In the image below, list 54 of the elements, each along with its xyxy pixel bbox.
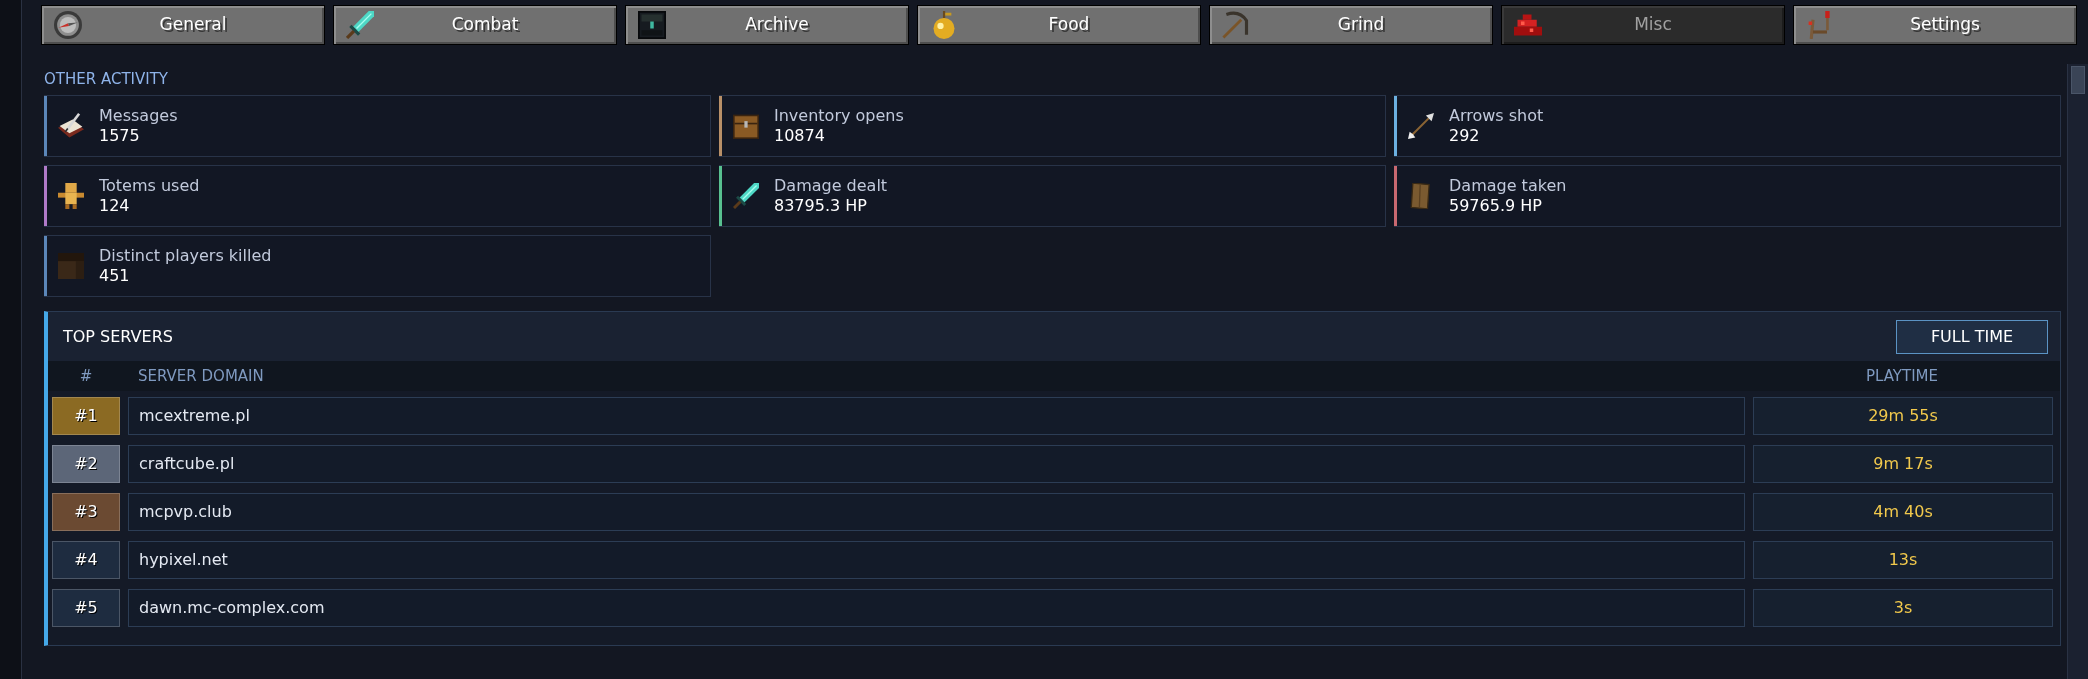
column-header: #: [78, 365, 94, 387]
figurine-icon: [58, 183, 84, 209]
tab[interactable]: Food: [917, 5, 1201, 45]
pickaxe-icon: [1222, 11, 1250, 39]
tab[interactable]: Misc: [1501, 5, 1785, 45]
column-header: SERVER DOMAIN: [137, 365, 265, 387]
tab[interactable]: Settings: [1793, 5, 2077, 45]
stat-value: 83795.3 HP: [774, 196, 868, 216]
rank-badge: #2: [52, 445, 120, 483]
domain-cell: craftcube.pl: [128, 445, 1745, 483]
full-time-button[interactable]: FULL TIME: [1896, 319, 2048, 354]
stat-label: Arrows shot: [1449, 106, 1544, 126]
tab[interactable]: Archive: [625, 5, 909, 45]
block-icon: [58, 253, 84, 279]
stat-label: Messages: [99, 106, 178, 126]
arrow-icon: [1408, 113, 1434, 139]
stat-label: Distinct players killed: [99, 246, 272, 266]
sword-icon: [733, 183, 759, 209]
domain-cell: hypixel.net: [128, 541, 1745, 579]
stat-value: 1575: [99, 126, 141, 146]
domain-cell: mcpvp.club: [128, 493, 1745, 531]
column-header: PLAYTIME: [1865, 365, 1939, 387]
panel-title: TOP SERVERS: [63, 325, 173, 348]
scrollbar-thumb[interactable]: [2071, 66, 2085, 94]
domain-cell: dawn.mc-complex.com: [128, 589, 1745, 627]
playtime-cell: 9m 17s: [1753, 445, 2053, 483]
stat-value: 59765.9 HP: [1449, 196, 1543, 216]
rank-badge: #5: [52, 589, 120, 627]
stat-label: Totems used: [99, 176, 200, 196]
stat-value: 451: [99, 266, 131, 286]
rank-badge: #3: [52, 493, 120, 531]
playtime-cell: 4m 40s: [1753, 493, 2053, 531]
stat-label: Damage dealt: [774, 176, 888, 196]
stat-value: 10874: [774, 126, 826, 146]
stat-label: Damage taken: [1449, 176, 1567, 196]
playtime-cell: 3s: [1753, 589, 2053, 627]
domain-cell: mcextreme.pl: [128, 397, 1745, 435]
book-icon: [58, 113, 84, 139]
section-title: OTHER ACTIVITY: [44, 70, 168, 88]
playtime-cell: 13s: [1753, 541, 2053, 579]
stat-label: Inventory opens: [774, 106, 904, 126]
tab[interactable]: General: [41, 5, 325, 45]
chest-icon: [733, 113, 759, 139]
stat-value: 292: [1449, 126, 1481, 146]
sword-icon: [346, 11, 374, 39]
rank-badge: #4: [52, 541, 120, 579]
tab[interactable]: Combat: [333, 5, 617, 45]
scrollbar[interactable]: [2067, 64, 2088, 679]
compass-icon: [54, 11, 82, 39]
tab[interactable]: Grind: [1209, 5, 1493, 45]
playtime-cell: 29m 55s: [1753, 397, 2053, 435]
stat-value: 124: [99, 196, 131, 216]
rank-badge: #1: [52, 397, 120, 435]
cube-icon: [638, 11, 666, 39]
